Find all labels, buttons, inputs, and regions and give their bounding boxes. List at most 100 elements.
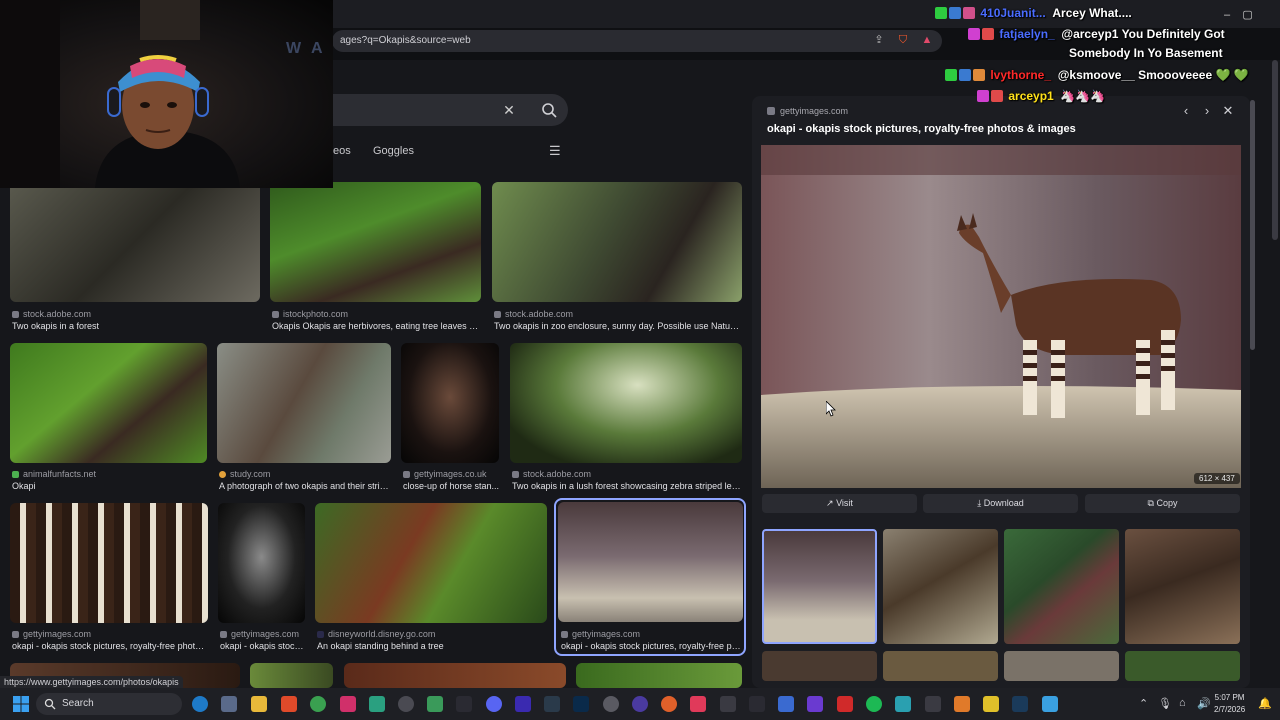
- close-icon[interactable]: ✕: [1221, 104, 1235, 118]
- result-caption[interactable]: Okapi: [12, 481, 202, 491]
- related-thumb-6[interactable]: [883, 651, 998, 681]
- chat-username: lvythorne_: [990, 68, 1052, 82]
- photoshop-icon[interactable]: [573, 696, 589, 712]
- result-image-7[interactable]: [510, 343, 742, 463]
- clock-date: 2/7/2026: [1214, 705, 1246, 714]
- app-icon[interactable]: [749, 696, 765, 712]
- result-image-14[interactable]: [344, 663, 566, 688]
- brave-icon[interactable]: [281, 696, 297, 712]
- github-icon[interactable]: [398, 696, 414, 712]
- result-caption[interactable]: Okapis Okapis are herbivores, eating tre…: [272, 321, 480, 331]
- chat-message: fatjaelyn_ @arceyp1 You Definitely Got: [968, 27, 1225, 41]
- app-icon[interactable]: [837, 696, 853, 712]
- result-image-10[interactable]: [315, 503, 547, 623]
- notification-icon[interactable]: 🔔: [1258, 697, 1272, 710]
- result-image-15[interactable]: [576, 663, 742, 688]
- download-button[interactable]: ⤓ Download: [923, 494, 1078, 513]
- clock[interactable]: 5:07 PM 2/7/2026: [1214, 692, 1245, 716]
- app-icon[interactable]: [720, 696, 736, 712]
- app-icon[interactable]: [603, 696, 619, 712]
- result-image-4[interactable]: [10, 343, 207, 463]
- result-caption[interactable]: Two okapis in zoo enclosure, sunny day. …: [494, 321, 740, 331]
- result-image-8[interactable]: [10, 503, 208, 623]
- windows-start-icon[interactable]: [12, 695, 30, 713]
- app-icon[interactable]: [895, 696, 911, 712]
- app-icon[interactable]: [369, 696, 385, 712]
- related-thumb-3[interactable]: [1004, 529, 1119, 644]
- app-icon[interactable]: [456, 696, 472, 712]
- result-caption[interactable]: close-up of horse stan...: [403, 481, 501, 491]
- volume-icon[interactable]: 🔊: [1197, 697, 1211, 710]
- result-source: disneyworld.disney.go.com: [317, 629, 435, 639]
- network-icon[interactable]: ⌂: [1179, 697, 1186, 709]
- result-image-3[interactable]: [492, 182, 742, 302]
- spotify-icon[interactable]: [866, 696, 882, 712]
- microphone-icon[interactable]: 🎙: [1158, 697, 1172, 710]
- result-image-1[interactable]: [10, 182, 260, 302]
- app-icon[interactable]: [954, 696, 970, 712]
- result-caption[interactable]: An okapi standing behind a tree: [317, 641, 547, 651]
- app-icon[interactable]: [778, 696, 794, 712]
- result-image-6[interactable]: [401, 343, 499, 463]
- previous-icon[interactable]: ‹: [1179, 104, 1193, 118]
- maximize-button[interactable]: ▢: [1242, 9, 1252, 21]
- related-thumb-4[interactable]: [1125, 529, 1240, 644]
- copy-button[interactable]: ⧉ Copy: [1085, 494, 1240, 513]
- rewards-icon[interactable]: ▲: [920, 33, 934, 47]
- result-image-5[interactable]: [217, 343, 391, 463]
- discord-icon[interactable]: [486, 696, 502, 712]
- tray-chevron-icon[interactable]: ⌃: [1139, 697, 1148, 710]
- share-icon[interactable]: ⇪: [872, 33, 886, 47]
- minimize-button[interactable]: –: [1224, 9, 1230, 21]
- related-thumb-7[interactable]: [1004, 651, 1119, 681]
- panel-source[interactable]: gettyimages.com: [767, 106, 848, 116]
- app-icon[interactable]: [925, 696, 941, 712]
- gift-icon: [973, 69, 985, 81]
- app-icon[interactable]: [983, 696, 999, 712]
- related-thumb-1[interactable]: [762, 529, 877, 644]
- app-icon[interactable]: [807, 696, 823, 712]
- taskbar-search[interactable]: Search: [36, 693, 182, 715]
- page-scrollbar[interactable]: [1272, 60, 1278, 240]
- preview-image[interactable]: [761, 145, 1241, 488]
- app-icon[interactable]: [515, 696, 531, 712]
- search-input[interactable]: [300, 94, 568, 126]
- tab-goggles[interactable]: Goggles: [373, 145, 414, 157]
- window-controls[interactable]: – ▢: [1224, 8, 1253, 21]
- panel-scrollbar[interactable]: [1250, 100, 1255, 350]
- related-thumb-2[interactable]: [883, 529, 998, 644]
- app-icon[interactable]: [544, 696, 560, 712]
- result-image-2[interactable]: [270, 182, 481, 302]
- result-caption[interactable]: okapi - okapis stock pictures, royalty-f…: [561, 641, 741, 651]
- app-icon[interactable]: [632, 696, 648, 712]
- filter-icon[interactable]: ☰: [549, 144, 563, 158]
- music-icon[interactable]: [690, 696, 706, 712]
- address-bar[interactable]: ages?q=Okapis&source=web: [332, 30, 942, 52]
- result-image-13[interactable]: [250, 663, 333, 688]
- settings-icon[interactable]: [221, 696, 237, 712]
- chrome-icon[interactable]: [310, 696, 326, 712]
- panel-title[interactable]: okapi - okapis stock pictures, royalty-f…: [767, 123, 1076, 135]
- edge-icon[interactable]: [192, 696, 208, 712]
- result-caption[interactable]: okapi - okapis stock pictures, royalty-f…: [12, 641, 208, 651]
- file-explorer-icon[interactable]: [251, 696, 267, 712]
- result-caption[interactable]: A photograph of two okapis and their str…: [219, 481, 391, 491]
- result-caption[interactable]: okapi - okapis stock...: [220, 641, 306, 651]
- app-icon[interactable]: [427, 696, 443, 712]
- next-icon[interactable]: ›: [1200, 104, 1214, 118]
- app-icon[interactable]: [340, 696, 356, 712]
- steam-icon[interactable]: [1012, 696, 1028, 712]
- chat-text: 🦄🦄🦄: [1060, 89, 1106, 103]
- result-image-9[interactable]: [218, 503, 305, 623]
- clear-icon[interactable]: ✕: [500, 101, 518, 119]
- related-thumb-8[interactable]: [1125, 651, 1240, 681]
- tab-videos[interactable]: eos: [333, 145, 351, 157]
- result-caption[interactable]: Two okapis in a lush forest showcasing z…: [512, 481, 742, 491]
- search-icon[interactable]: [540, 101, 558, 119]
- firefox-icon[interactable]: [661, 696, 677, 712]
- app-icon[interactable]: [1042, 696, 1058, 712]
- result-caption[interactable]: Two okapis in a forest: [12, 321, 257, 331]
- brave-shield-icon[interactable]: ⛉: [896, 33, 910, 47]
- related-thumb-5[interactable]: [762, 651, 877, 681]
- visit-button[interactable]: ↗ Visit: [762, 494, 917, 513]
